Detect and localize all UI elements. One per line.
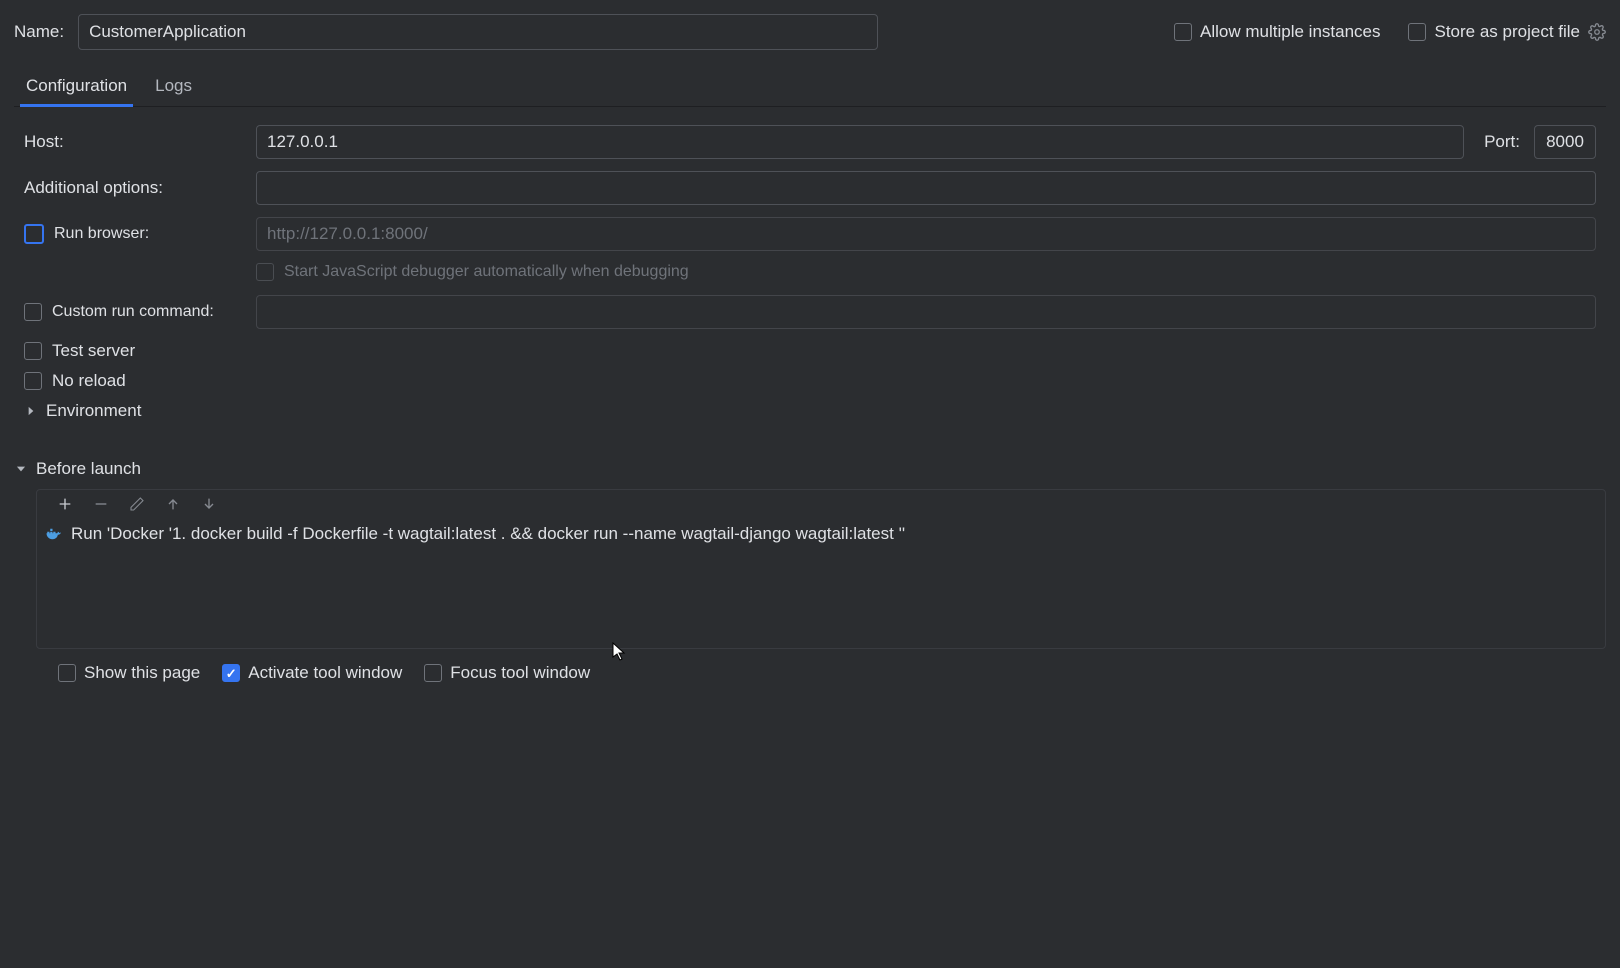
port-label: Port: [1484,132,1520,152]
before-launch-title: Before launch [36,459,141,479]
before-launch-section-toggle[interactable]: Before launch [14,459,1606,479]
add-task-button[interactable] [57,496,73,512]
tabs: Configuration Logs [14,68,1606,107]
additional-options-input[interactable] [256,171,1596,205]
allow-multiple-instances-checkbox[interactable]: Allow multiple instances [1174,22,1380,42]
before-launch-task-list[interactable]: Run 'Docker '1. docker build -f Dockerfi… [36,489,1606,649]
checkbox-icon [424,664,442,682]
environment-label: Environment [46,401,141,421]
checkbox-icon [1174,23,1192,41]
show-this-page-label: Show this page [84,663,200,683]
task-text: Run 'Docker '1. docker build -f Dockerfi… [71,524,905,544]
docker-icon [45,525,63,543]
chevron-down-icon [14,462,28,476]
chevron-right-icon [24,404,38,418]
custom-run-command-checkbox[interactable] [24,303,42,321]
run-browser-checkbox[interactable] [24,224,44,244]
test-server-label: Test server [52,341,135,361]
run-browser-label: Run browser: [54,225,149,243]
environment-section-toggle[interactable]: Environment [24,401,1596,421]
additional-options-label: Additional options: [24,178,242,198]
test-server-checkbox[interactable] [24,342,42,360]
move-up-button[interactable] [165,496,181,512]
focus-tool-window-label: Focus tool window [450,663,590,683]
no-reload-checkbox[interactable] [24,372,42,390]
tab-logs[interactable]: Logs [155,68,192,106]
activate-tool-window-label: Activate tool window [248,663,402,683]
port-input[interactable] [1534,125,1596,159]
task-row[interactable]: Run 'Docker '1. docker build -f Dockerfi… [37,518,1605,550]
edit-task-button[interactable] [129,496,145,512]
store-as-project-file-checkbox[interactable]: Store as project file [1408,22,1606,42]
checkbox-icon [222,664,240,682]
start-js-debugger-label: Start JavaScript debugger automatically … [284,263,689,281]
remove-task-button[interactable] [93,496,109,512]
custom-run-command-input [256,295,1596,329]
move-down-button[interactable] [201,496,217,512]
allow-multiple-label: Allow multiple instances [1200,22,1380,42]
store-project-label: Store as project file [1434,22,1580,42]
name-input[interactable] [78,14,878,50]
start-js-debugger-checkbox [256,263,274,281]
host-label: Host: [24,132,242,152]
tab-configuration[interactable]: Configuration [26,68,127,106]
activate-tool-window-checkbox[interactable]: Activate tool window [222,663,402,683]
show-this-page-checkbox[interactable]: Show this page [58,663,200,683]
custom-run-command-label: Custom run command: [52,303,214,321]
focus-tool-window-checkbox[interactable]: Focus tool window [424,663,590,683]
run-browser-url-input [256,217,1596,251]
host-input[interactable] [256,125,1464,159]
name-label: Name: [14,22,64,42]
checkbox-icon [58,664,76,682]
checkbox-icon [1408,23,1426,41]
gear-icon[interactable] [1588,23,1606,41]
no-reload-label: No reload [52,371,126,391]
